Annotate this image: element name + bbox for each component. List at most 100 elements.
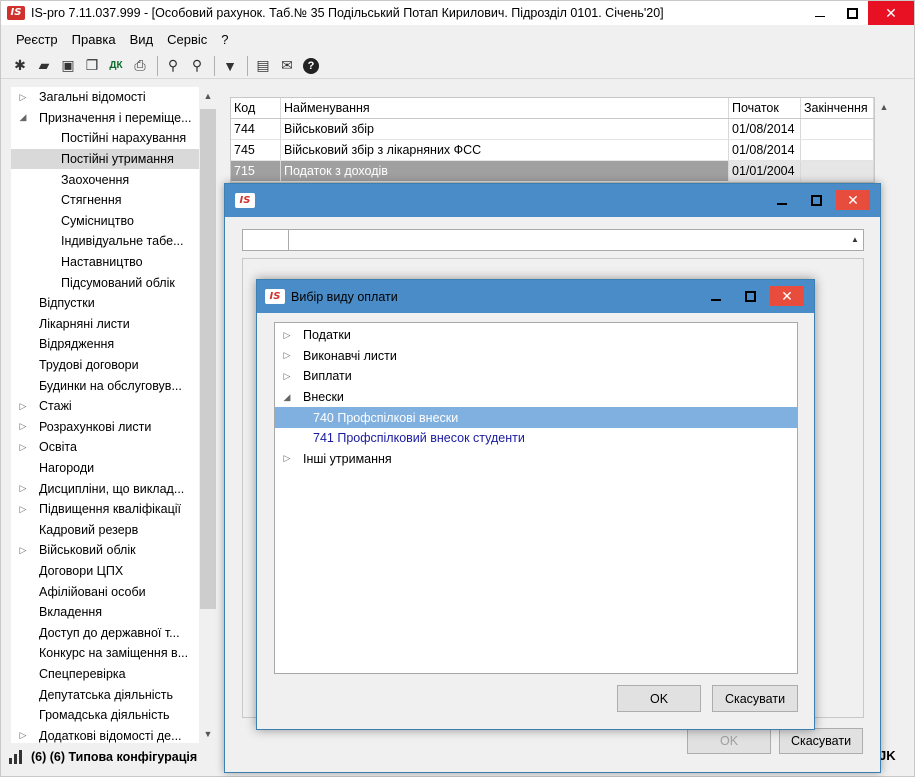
tree-item[interactable]: Вкладення xyxy=(11,602,217,623)
expand-icon[interactable]: ▷ xyxy=(17,401,29,412)
tree-item[interactable]: Заохочення xyxy=(11,169,217,190)
new-icon[interactable]: ✱ xyxy=(9,55,31,77)
find-icon[interactable]: ⚲ xyxy=(162,55,184,77)
minimize-button[interactable] xyxy=(804,1,836,25)
menu-service[interactable]: Сервіс xyxy=(160,32,214,47)
tree-item[interactable]: 740 Профспілкові внески xyxy=(275,407,797,428)
tree-item[interactable]: Відрядження xyxy=(11,334,217,355)
menu-help[interactable]: ? xyxy=(214,32,235,47)
tree-item[interactable]: Депутатська діяльність xyxy=(11,684,217,705)
expand-icon[interactable]: ▷ xyxy=(281,453,293,464)
maximize-button[interactable] xyxy=(802,190,830,210)
filter-icon[interactable]: ▼ xyxy=(219,55,241,77)
tree-item-label: Заохочення xyxy=(61,172,130,187)
duplicate-icon[interactable]: ❐ xyxy=(81,55,103,77)
tree-item[interactable]: ▷ Податки xyxy=(275,325,797,346)
expand-icon[interactable]: ▷ xyxy=(17,483,29,494)
tree-item[interactable]: Відпустки xyxy=(11,293,217,314)
maximize-button[interactable] xyxy=(736,286,764,306)
tree-item[interactable]: ▷ Освіта xyxy=(11,437,217,458)
tree-item[interactable]: Сумісництво xyxy=(11,211,217,232)
expand-icon[interactable]: ▷ xyxy=(17,504,29,515)
tree-item[interactable]: Договори ЦПХ xyxy=(11,561,217,582)
tree-item[interactable]: 741 Профспілковий внесок студенти xyxy=(275,428,797,449)
tree-item[interactable]: ◢ Внески xyxy=(275,387,797,408)
tree-item[interactable]: Індивідуальне табе... xyxy=(11,231,217,252)
tree-item[interactable]: Нагороди xyxy=(11,458,217,479)
tree-item[interactable]: ▷ Військовий облік xyxy=(11,540,217,561)
maximize-button[interactable] xyxy=(836,1,868,25)
expand-icon[interactable]: ▷ xyxy=(281,371,293,382)
expand-icon[interactable]: ▷ xyxy=(17,545,29,556)
close-button[interactable]: ✕ xyxy=(770,286,804,306)
tree-item[interactable]: Лікарняні листи xyxy=(11,314,217,335)
table-row[interactable]: 715 Податок з доходів 01/01/2004 xyxy=(231,161,874,182)
tree-item[interactable]: Громадська діяльність xyxy=(11,705,217,726)
ok-button[interactable]: OK xyxy=(617,685,701,712)
tree-item[interactable]: Наставництво xyxy=(11,252,217,273)
collapse-icon[interactable]: ◢ xyxy=(281,392,293,403)
minimize-button[interactable] xyxy=(768,190,796,210)
expand-icon[interactable]: ▷ xyxy=(17,421,29,432)
column-name[interactable]: Найменування xyxy=(281,98,729,118)
help-icon[interactable]: ? xyxy=(300,55,322,77)
expand-icon[interactable]: ▷ xyxy=(17,92,29,103)
tree-item[interactable]: Спецперевірка xyxy=(11,664,217,685)
tree-item[interactable]: ▷ Загальні відомості xyxy=(11,87,217,108)
tree-item[interactable]: ▷ Виплати xyxy=(275,366,797,387)
tree-item[interactable]: ▷ Виконавчі листи xyxy=(275,346,797,367)
document-icon[interactable]: ▤ xyxy=(252,55,274,77)
expand-icon[interactable]: ▷ xyxy=(17,442,29,453)
tree-item[interactable]: Постійні утримання xyxy=(11,148,217,170)
tree-item[interactable]: ▷ Розрахункові листи xyxy=(11,417,217,438)
tree-item[interactable]: Конкурс на заміщення в... xyxy=(11,643,217,664)
name-field[interactable] xyxy=(289,230,847,250)
minimize-button[interactable] xyxy=(702,286,730,306)
tree-item[interactable]: Будинки на обслуговув... xyxy=(11,375,217,396)
column-start[interactable]: Початок xyxy=(729,98,801,118)
mail-icon[interactable]: ✉ xyxy=(276,55,298,77)
scroll-down-icon[interactable]: ▼ xyxy=(199,725,217,743)
tree-item[interactable]: Стягнення xyxy=(11,190,217,211)
column-code[interactable]: Код xyxy=(231,98,281,118)
edit-icon[interactable]: ▰ xyxy=(33,55,55,77)
collapse-icon[interactable]: ◢ xyxy=(17,112,29,123)
table-row[interactable]: 744 Військовий збір 01/08/2014 xyxy=(231,119,874,140)
scroll-up-icon[interactable]: ▲ xyxy=(199,87,217,105)
tree-item[interactable]: Постійні нарахування xyxy=(11,128,217,149)
tree-item[interactable]: ▷ Додаткові відомості де... xyxy=(11,725,217,743)
dropdown-icon[interactable]: ▲ xyxy=(847,230,863,250)
tree-item[interactable]: Доступ до державної т... xyxy=(11,622,217,643)
selection-combo[interactable]: ▲ xyxy=(242,229,864,251)
dk-icon[interactable]: ДК xyxy=(105,55,127,77)
expand-icon[interactable]: ▷ xyxy=(17,730,29,741)
find-next-icon[interactable]: ⚲ xyxy=(186,55,208,77)
expand-icon[interactable]: ▷ xyxy=(281,350,293,361)
close-button[interactable]: ✕ xyxy=(836,190,870,210)
tree-item[interactable]: ▷ Інші утримання xyxy=(275,449,797,470)
menu-view[interactable]: Вид xyxy=(123,32,161,47)
tree-item[interactable]: ▷ Дисципліни, що виклад... xyxy=(11,478,217,499)
scroll-thumb[interactable] xyxy=(200,109,216,609)
cancel-button[interactable]: Скасувати xyxy=(712,685,798,712)
tree-item[interactable]: ▷ Стажі xyxy=(11,396,217,417)
menu-registry[interactable]: Реєстр xyxy=(9,32,65,47)
close-button[interactable]: ✕ xyxy=(868,1,914,25)
tree-item[interactable]: Афілійовані особи xyxy=(11,581,217,602)
scroll-up-icon[interactable]: ▲ xyxy=(875,97,893,117)
print-icon[interactable]: ⎙ xyxy=(129,55,151,77)
table-row[interactable]: 745 Військовий збір з лікарняних ФСС 01/… xyxy=(231,140,874,161)
tree-item[interactable]: ◢ Призначення і переміще... xyxy=(11,108,217,129)
column-end[interactable]: Закінчення xyxy=(801,98,874,118)
tree-scrollbar[interactable]: ▲ ▼ xyxy=(199,87,217,743)
tree-item[interactable]: Підсумований облік xyxy=(11,272,217,293)
code-field[interactable] xyxy=(243,230,289,250)
tree-item[interactable]: ▷ Підвищення кваліфікації xyxy=(11,499,217,520)
ok-button[interactable]: OK xyxy=(687,728,771,754)
expand-icon[interactable]: ▷ xyxy=(281,330,293,341)
copy-group-icon[interactable]: ▣ xyxy=(57,55,79,77)
cancel-button[interactable]: Скасувати xyxy=(779,728,863,754)
menu-edit[interactable]: Правка xyxy=(65,32,123,47)
tree-item[interactable]: Кадровий резерв xyxy=(11,519,217,540)
tree-item[interactable]: Трудові договори xyxy=(11,355,217,376)
